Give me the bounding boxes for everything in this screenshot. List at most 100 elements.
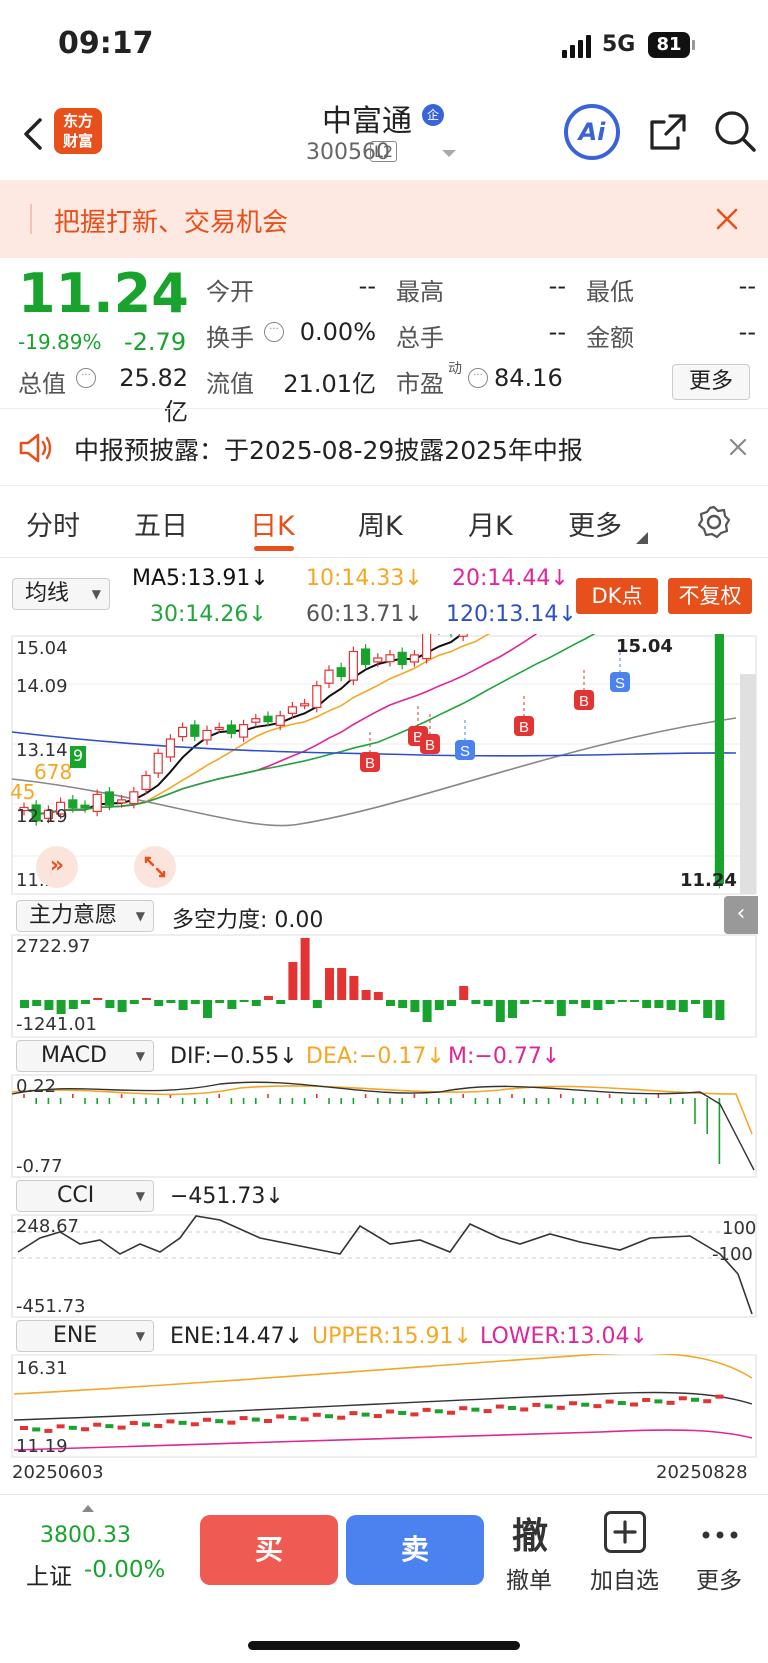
sell-button[interactable]: 卖 [346, 1515, 484, 1585]
ene-candle [68, 1425, 77, 1430]
notice-bar[interactable]: 中报预披露：于2025-08-29披露2025年中报 [0, 408, 768, 486]
ene-chart[interactable] [0, 1354, 768, 1458]
zl-bar [276, 1000, 286, 1004]
pe-label: 市盈 [396, 370, 444, 398]
ma20-label: 20:14.44↓ [452, 566, 569, 591]
zl-title: 多空力度: 0.00 [172, 908, 324, 933]
candle-body [458, 634, 468, 637]
tab-intraday[interactable]: 分时 [26, 504, 80, 543]
indicator-select-ma[interactable]: 均线 ▼ [12, 578, 110, 612]
tab-monthly-k[interactable]: 月K [468, 504, 513, 543]
y-label-4: 12.19 [16, 806, 68, 827]
zl-bar [44, 1000, 54, 1010]
macd-chart[interactable] [0, 1074, 768, 1178]
change-amount: -2.79 [124, 328, 187, 356]
ene-candle [215, 1419, 224, 1424]
float-cap-label: 流值 [206, 370, 254, 398]
ene-candle [386, 1409, 394, 1414]
date-end: 20250828 [656, 1462, 748, 1483]
macd-dea: DEA:−0.17↓ [306, 1044, 445, 1069]
cancel-order-icon[interactable]: 撤 [512, 1507, 548, 1559]
zl-bar [129, 1000, 139, 1004]
turnover-label: 换手 [206, 324, 254, 352]
app-logo[interactable]: 东方 财富 [54, 108, 102, 154]
zl-bar [508, 1000, 517, 1018]
adjust-button[interactable]: 不复权 [668, 578, 752, 614]
zl-bar [386, 1000, 395, 1006]
level-dropdown-icon[interactable] [442, 150, 456, 157]
indicator-select-zl[interactable]: 主力意愿 ▼ [16, 900, 154, 934]
more-dots-icon[interactable] [700, 1525, 740, 1539]
info-icon[interactable]: ··· [468, 368, 488, 388]
ene-candle [422, 1407, 431, 1412]
promo-banner[interactable]: 把握打新、交易机会 [0, 180, 768, 258]
more-button[interactable]: 更多 [672, 364, 750, 400]
amount-label: 金额 [586, 324, 634, 352]
ene-candle [312, 1412, 321, 1417]
fullscreen-icon[interactable] [134, 846, 176, 888]
ene-candle [227, 1420, 236, 1425]
tab-daily-k[interactable]: 日K [250, 504, 295, 543]
ene-upper: UPPER:15.91↓ [312, 1324, 472, 1349]
home-indicator [248, 1641, 520, 1650]
back-icon[interactable] [18, 114, 48, 154]
index-change[interactable]: -0.00% [84, 1557, 165, 1583]
tab-more-caret-icon [636, 532, 648, 544]
zl-bar [678, 1000, 688, 1012]
close-icon[interactable] [714, 206, 740, 232]
zl-bar [166, 1000, 176, 1003]
ai-button[interactable]: Ai [564, 104, 620, 160]
collapse-side-icon[interactable]: ‹ [724, 896, 758, 934]
marker-letter: S [615, 675, 625, 692]
tab-underline [254, 546, 294, 551]
search-icon[interactable] [712, 108, 758, 156]
expand-chart-icon[interactable]: » [36, 846, 78, 888]
info-icon[interactable]: ··· [76, 368, 96, 388]
close-icon[interactable] [728, 437, 748, 457]
add-watchlist-icon[interactable] [604, 1511, 646, 1553]
cci-chart[interactable] [0, 1214, 768, 1318]
zl-bar [605, 1000, 615, 1004]
dk-point-button[interactable]: DK点 [576, 578, 658, 614]
indicator-select-ene[interactable]: ENE ▼ [16, 1320, 154, 1354]
cancel-order-label[interactable]: 撤单 [506, 1561, 552, 1595]
tab-five-day[interactable]: 五日 [134, 504, 188, 543]
indicator-select-cci[interactable]: CCI ▼ [16, 1180, 154, 1214]
more-label[interactable]: 更多 [696, 1561, 742, 1595]
candle-body [141, 774, 151, 790]
ene-candle [556, 1405, 565, 1410]
zl-chart[interactable] [0, 934, 768, 1038]
index-value[interactable]: 3800.33 [40, 1523, 131, 1548]
zl-bar [325, 968, 334, 1000]
zl-bar [215, 1000, 225, 1003]
zl-bar [154, 1000, 164, 1006]
index-name[interactable]: 上证 [26, 1557, 72, 1591]
y-label-3: 13.14 [16, 740, 68, 761]
ene-lower-line [13, 1429, 753, 1451]
zl-bottom-label: -1241.01 [16, 1014, 97, 1035]
indicator-select-macd[interactable]: MACD ▼ [16, 1040, 154, 1074]
zl-bar [349, 976, 359, 1000]
share-icon[interactable] [646, 110, 690, 154]
ene-candle [471, 1407, 480, 1412]
settings-icon[interactable] [696, 504, 732, 540]
tab-more[interactable]: 更多 [568, 504, 622, 543]
candle-body [129, 791, 139, 805]
ene-candle [44, 1428, 53, 1433]
tab-weekly-k[interactable]: 周K [358, 504, 403, 543]
kline-chart[interactable]: BB B SBBS [0, 634, 768, 896]
candle-body [104, 791, 115, 806]
zl-bar [373, 992, 383, 1000]
candle-body [92, 793, 102, 812]
buy-button[interactable]: 买 [200, 1515, 338, 1585]
index-expand-icon[interactable] [82, 1505, 94, 1512]
cci-select-label: CCI [57, 1183, 95, 1208]
info-icon[interactable]: ··· [264, 322, 284, 342]
macd-select-label: MACD [41, 1043, 107, 1068]
high-label: 最高 [396, 278, 444, 306]
dif-line [11, 1081, 755, 1171]
open-label: 今开 [206, 278, 254, 306]
scroll-rail[interactable] [740, 674, 756, 894]
add-watchlist-label[interactable]: 加自选 [590, 1561, 659, 1595]
ma-select-label: 均线 [25, 581, 70, 606]
